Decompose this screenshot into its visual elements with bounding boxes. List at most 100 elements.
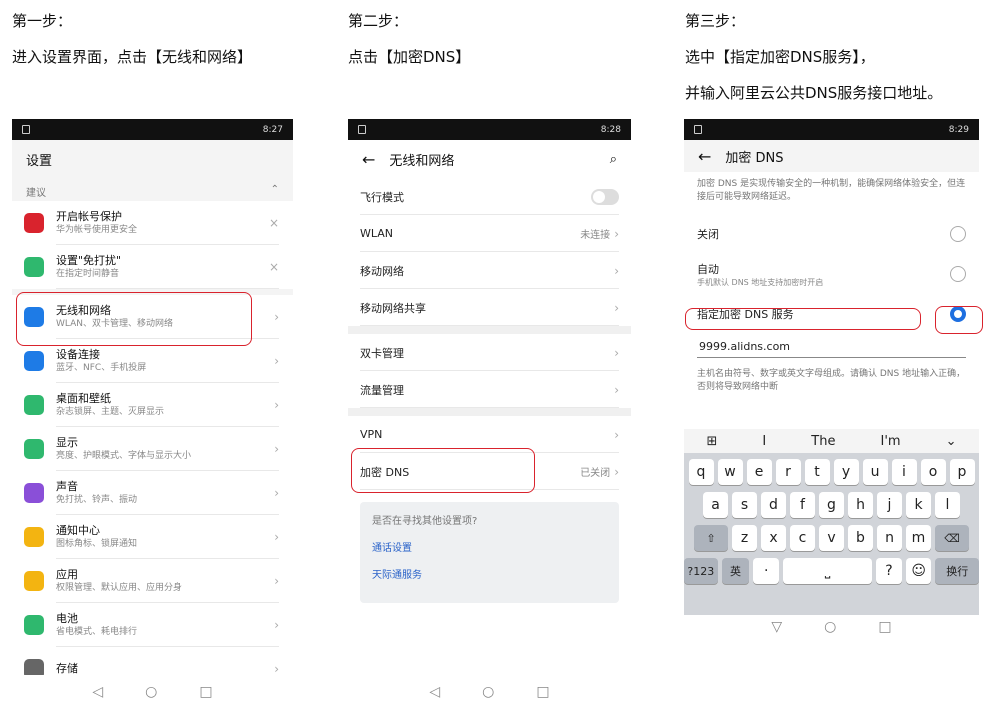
key-m[interactable]: m — [906, 525, 931, 551]
help-card: 是否在寻找其他设置项? 通话设置 天际通服务 — [360, 502, 619, 603]
item-label: 移动网络 — [360, 264, 404, 278]
key-c[interactable]: c — [790, 525, 815, 551]
key-q[interactable]: q — [688, 459, 714, 485]
home-nav-icon[interactable]: ○ — [145, 684, 157, 700]
key-x[interactable]: x — [761, 525, 786, 551]
bell-icon — [24, 527, 44, 547]
key-f[interactable]: f — [790, 492, 815, 518]
settings-item[interactable]: 声音 免打扰、铃声、振动 › — [12, 471, 293, 515]
back-arrow-icon[interactable]: ← — [362, 150, 375, 169]
search-icon[interactable]: ⌕ — [610, 152, 617, 167]
network-item[interactable]: 飞行模式 — [348, 178, 631, 215]
backspace-icon[interactable]: ⌫ — [935, 525, 969, 551]
home-nav-icon[interactable]: ○ — [482, 684, 494, 700]
chevron-up-icon[interactable]: ⌃ — [271, 184, 279, 199]
chevron-right-icon[interactable]: › — [274, 530, 279, 544]
key-r[interactable]: r — [775, 459, 801, 485]
emoji-icon[interactable]: ☺ — [905, 558, 932, 584]
radio-button[interactable] — [950, 226, 966, 242]
settings-item[interactable]: 桌面和壁纸 杂志锁屏、主题、灭屏显示 › — [12, 383, 293, 427]
chevron-right-icon[interactable]: › — [274, 574, 279, 588]
key-n[interactable]: n — [877, 525, 902, 551]
close-icon[interactable]: × — [269, 260, 279, 274]
enter-key[interactable]: 换行 — [935, 558, 979, 584]
chevron-right-icon[interactable]: › — [274, 442, 279, 456]
airplane-toggle[interactable] — [591, 188, 619, 205]
item-title: 桌面和壁纸 — [56, 392, 111, 405]
key-d[interactable]: d — [761, 492, 786, 518]
suggestion-1[interactable]: I — [762, 434, 766, 449]
item-title: 通知中心 — [56, 524, 100, 537]
dns-address-input[interactable]: 9999.alidns.com — [697, 336, 966, 358]
option-sub: 手机默认 DNS 地址支持加密时开启 — [697, 277, 824, 287]
key-t[interactable]: t — [804, 459, 830, 485]
key-y[interactable]: y — [833, 459, 859, 485]
keyboard-grid-icon[interactable]: ⊞ — [707, 434, 718, 449]
link-call-settings[interactable]: 通话设置 — [372, 539, 607, 554]
chevron-right-icon[interactable]: › — [274, 486, 279, 500]
key-lang[interactable]: 英 — [721, 558, 750, 584]
chevron-right-icon[interactable]: › — [274, 354, 279, 368]
dns-option[interactable]: 关闭 — [684, 214, 979, 254]
key-e[interactable]: e — [746, 459, 772, 485]
key-u[interactable]: u — [862, 459, 888, 485]
chevron-right-icon[interactable]: › — [274, 618, 279, 632]
highlight-specified-dns — [685, 308, 921, 330]
key-dot[interactable]: · — [753, 558, 780, 584]
chevron-right-icon[interactable]: › — [274, 310, 279, 324]
network-item[interactable]: 双卡管理 › — [348, 334, 631, 371]
settings-item[interactable]: 电池 省电模式、耗电排行 › — [12, 603, 293, 647]
settings-item[interactable]: 通知中心 图标角标、锁屏通知 › — [12, 515, 293, 559]
key-k[interactable]: k — [906, 492, 931, 518]
option-label: 自动 — [697, 262, 719, 276]
item-label: 移动网络共享 — [360, 301, 426, 315]
recents-nav-icon[interactable]: □ — [878, 619, 891, 635]
option-label: 关闭 — [697, 228, 719, 241]
network-item[interactable]: 流量管理 › — [348, 371, 631, 408]
key-question[interactable]: ? — [876, 558, 902, 584]
network-item[interactable]: 移动网络 › — [348, 252, 631, 289]
key-123[interactable]: ?123 — [684, 558, 718, 584]
key-s[interactable]: s — [732, 492, 757, 518]
key-h[interactable]: h — [848, 492, 873, 518]
suggest-section: 建议 ⌃ — [26, 184, 279, 199]
keyboard-hide-icon[interactable]: ⌄ — [946, 434, 957, 449]
key-o[interactable]: o — [920, 459, 946, 485]
key-v[interactable]: v — [819, 525, 844, 551]
settings-item[interactable]: 开启帐号保护 华为帐号使用更安全 × — [12, 201, 293, 245]
dns-option[interactable]: 自动 手机默认 DNS 地址支持加密时开启 — [684, 254, 979, 294]
key-z[interactable]: z — [732, 525, 757, 551]
network-item[interactable]: WLAN 未连接 › — [348, 215, 631, 252]
key-g[interactable]: g — [819, 492, 844, 518]
key-w[interactable]: w — [717, 459, 743, 485]
item-subtitle: 省电模式、耗电排行 — [56, 627, 138, 637]
back-nav-icon[interactable]: ▽ — [771, 619, 782, 635]
nav-bar: ▽ ○ □ — [684, 615, 979, 639]
settings-item[interactable]: 设置"免打扰" 在指定时间静音 × — [12, 245, 293, 289]
home-nav-icon[interactable]: ○ — [824, 619, 836, 635]
settings-item[interactable]: 应用 权限管理、默认应用、应用分身 › — [12, 559, 293, 603]
chevron-right-icon[interactable]: › — [274, 398, 279, 412]
space-key[interactable]: ⎵ — [783, 558, 873, 584]
key-p[interactable]: p — [949, 459, 975, 485]
suggestion-3[interactable]: I'm — [880, 434, 900, 449]
settings-item[interactable]: 显示 亮度、护眼模式、字体与显示大小 › — [12, 427, 293, 471]
chevron-right-icon[interactable]: › — [274, 662, 279, 676]
key-b[interactable]: b — [848, 525, 873, 551]
radio-button[interactable] — [950, 266, 966, 282]
suggestion-2[interactable]: The — [811, 434, 835, 449]
recents-nav-icon[interactable]: □ — [536, 684, 549, 700]
link-skytone[interactable]: 天际通服务 — [372, 566, 607, 581]
key-l[interactable]: l — [935, 492, 960, 518]
back-arrow-icon[interactable]: ← — [698, 147, 711, 166]
key-i[interactable]: i — [891, 459, 917, 485]
key-j[interactable]: j — [877, 492, 902, 518]
shift-key[interactable]: ⇧ — [694, 525, 728, 551]
recents-nav-icon[interactable]: □ — [199, 684, 212, 700]
back-nav-icon[interactable]: ◁ — [429, 684, 440, 700]
back-nav-icon[interactable]: ◁ — [92, 684, 103, 700]
network-item[interactable]: 移动网络共享 › — [348, 289, 631, 326]
close-icon[interactable]: × — [269, 216, 279, 230]
key-a[interactable]: a — [703, 492, 728, 518]
sim-icon — [694, 125, 702, 134]
